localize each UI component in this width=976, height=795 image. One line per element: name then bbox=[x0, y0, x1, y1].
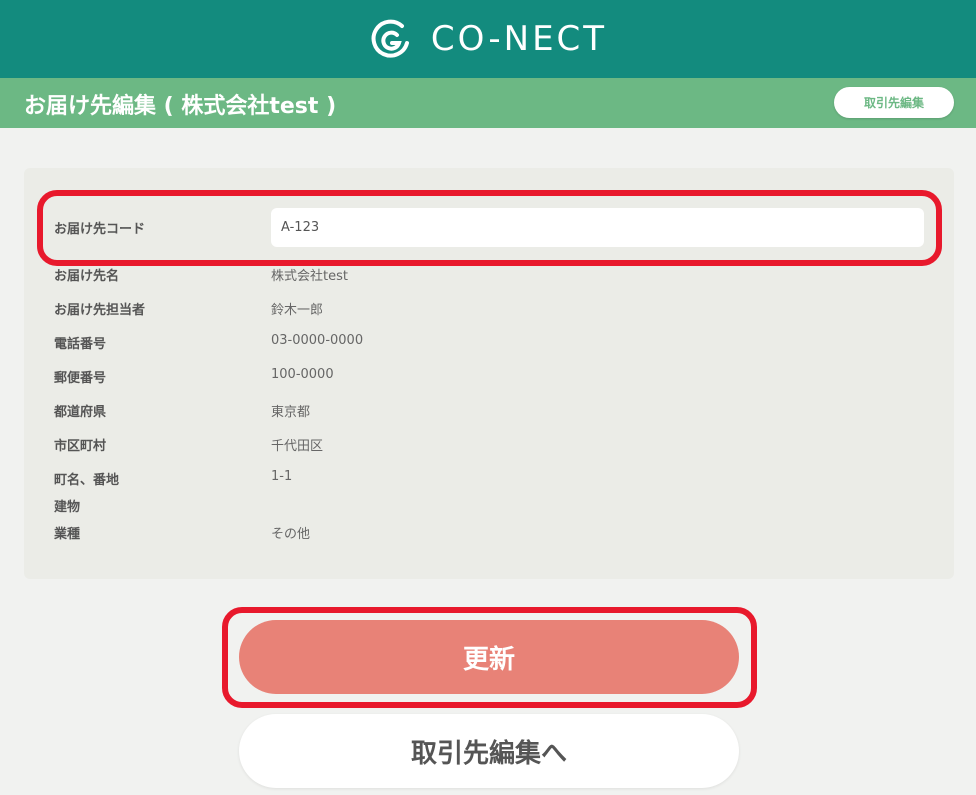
industry-value: その他 bbox=[271, 527, 311, 542]
postal-code-label: 郵便番号 bbox=[54, 371, 107, 386]
page-title: お届け先編集 ( 株式会社test ) bbox=[24, 94, 337, 119]
city-label: 市区町村 bbox=[54, 439, 107, 454]
app-header: CO-NECT bbox=[0, 0, 976, 78]
delivery-name-label: お届け先名 bbox=[54, 269, 120, 284]
industry-label: 業種 bbox=[54, 527, 81, 542]
city-value: 千代田区 bbox=[271, 439, 324, 454]
client-edit-button[interactable]: 取引先編集 bbox=[834, 87, 954, 118]
phone-value: 03-0000-0000 bbox=[271, 333, 364, 348]
co-nect-logo-icon bbox=[371, 19, 409, 58]
phone-label: 電話番号 bbox=[54, 337, 107, 352]
delivery-code-input[interactable] bbox=[271, 208, 924, 247]
building-label: 建物 bbox=[54, 500, 81, 515]
delivery-form-panel: お届け先コード お届け先名 株式会社test お届け先担当者 鈴木一郎 電話番号… bbox=[24, 168, 954, 579]
delivery-name-value: 株式会社test bbox=[271, 269, 348, 284]
title-bar: お届け先編集 ( 株式会社test ) 取引先編集 bbox=[0, 78, 976, 128]
street-value: 1-1 bbox=[271, 469, 293, 484]
delivery-code-label: お届け先コード bbox=[54, 222, 146, 237]
street-label: 町名、番地 bbox=[54, 473, 120, 488]
logo-text: CO-NECT bbox=[430, 19, 608, 59]
back-to-client-edit-button[interactable]: 取引先編集へ bbox=[239, 714, 739, 788]
delivery-contact-label: お届け先担当者 bbox=[54, 303, 146, 318]
prefecture-value: 東京都 bbox=[271, 405, 311, 420]
delivery-contact-value: 鈴木一郎 bbox=[271, 303, 324, 318]
postal-code-value: 100-0000 bbox=[271, 367, 334, 382]
update-button[interactable]: 更新 bbox=[239, 620, 739, 694]
prefecture-label: 都道府県 bbox=[54, 405, 107, 420]
logo[interactable]: CO-NECT bbox=[369, 17, 607, 61]
